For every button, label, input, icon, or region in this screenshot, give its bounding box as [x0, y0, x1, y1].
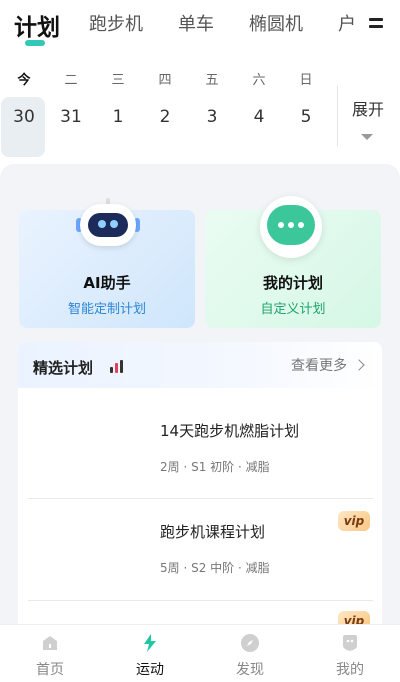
week-calendar: 今 二 三 四 五 六 日 30 31 1 2 3 4 5 展开 — [0, 58, 400, 166]
chat-bubble-icon — [258, 196, 324, 260]
card-title: AI助手 — [83, 274, 131, 292]
lightning-icon — [144, 634, 156, 652]
bottom-navigation: 首页 运动 发现 我的 — [0, 624, 400, 682]
card-subtitle: 自定义计划 — [260, 302, 326, 317]
nav-label: 我的 — [336, 662, 364, 678]
my-plan-card[interactable]: 我的计划 自定义计划 — [205, 196, 381, 328]
tab-outdoor[interactable]: 户 — [338, 10, 356, 36]
profile-icon — [343, 635, 357, 651]
nav-label: 发现 — [236, 662, 264, 678]
day-cell[interactable]: 5 — [286, 107, 326, 127]
tab-bike[interactable]: 单车 — [178, 10, 214, 36]
plan-meta: 5周 · S2 中阶 · 减脂 — [160, 561, 270, 575]
plan-title: 14天跑步机燃脂计划 — [160, 422, 300, 440]
weekday-label: 今 — [17, 73, 31, 88]
expand-button[interactable]: 展开 — [352, 96, 384, 120]
nav-discover[interactable]: 发现 — [210, 625, 290, 682]
card-subtitle: 智能定制计划 — [67, 302, 146, 317]
weekday-label: 三 — [111, 73, 125, 88]
tab-treadmill[interactable]: 跑步机 — [89, 10, 143, 36]
day-cell[interactable]: 1 — [98, 107, 138, 127]
vip-badge: vip — [338, 511, 370, 531]
divider — [337, 86, 338, 146]
ai-assistant-card[interactable]: AI助手 智能定制计划 — [19, 198, 195, 328]
active-tab-indicator — [25, 40, 45, 46]
selected-day-highlight — [1, 97, 45, 157]
nav-label: 首页 — [36, 662, 64, 678]
plan-meta: 2周 · S1 初阶 · 减脂 — [160, 460, 270, 474]
top-tab-bar: 计划 跑步机 单车 椭圆机 户 — [0, 0, 400, 56]
chevron-right-icon[interactable] — [353, 359, 365, 371]
weekday-label: 四 — [158, 73, 172, 88]
day-cell[interactable]: 30 — [4, 107, 44, 127]
tab-elliptical[interactable]: 椭圆机 — [249, 10, 303, 36]
compass-icon — [241, 634, 259, 652]
view-more-link[interactable]: 查看更多 — [291, 355, 347, 375]
section-title: 精选计划 — [33, 359, 94, 377]
plan-list-item[interactable]: vip 跑步机课程计划 5周 · S2 中阶 · 减脂 — [18, 499, 382, 599]
day-cell[interactable]: 31 — [51, 107, 91, 127]
robot-icon — [76, 198, 140, 256]
featured-header: 精选计划 查看更多 — [18, 342, 382, 388]
bar-chart-icon — [110, 360, 124, 373]
nav-workout[interactable]: 运动 — [110, 625, 190, 682]
weekday-label: 六 — [252, 73, 266, 88]
day-cell[interactable]: 4 — [239, 107, 279, 127]
day-cell[interactable]: 2 — [145, 107, 185, 127]
day-cell[interactable]: 3 — [192, 107, 232, 127]
plan-list-item[interactable]: 14天跑步机燃脂计划 2周 · S1 初阶 · 减脂 — [18, 388, 382, 488]
tab-plan[interactable]: 计划 — [14, 8, 60, 42]
weekday-label: 五 — [205, 73, 219, 88]
nav-profile[interactable]: 我的 — [310, 625, 390, 682]
featured-plans-section: 精选计划 查看更多 14天跑步机燃脂计划 2周 · S1 初阶 · 减脂 vip… — [18, 342, 382, 634]
nav-home[interactable]: 首页 — [10, 625, 90, 682]
nav-label: 运动 — [136, 662, 164, 678]
chevron-down-icon[interactable] — [361, 134, 373, 140]
home-icon — [43, 636, 57, 650]
card-title: 我的计划 — [262, 274, 323, 292]
plan-title: 跑步机课程计划 — [160, 523, 266, 541]
menu-icon[interactable] — [369, 18, 383, 30]
weekday-label: 二 — [64, 73, 78, 88]
weekday-label: 日 — [299, 73, 313, 88]
